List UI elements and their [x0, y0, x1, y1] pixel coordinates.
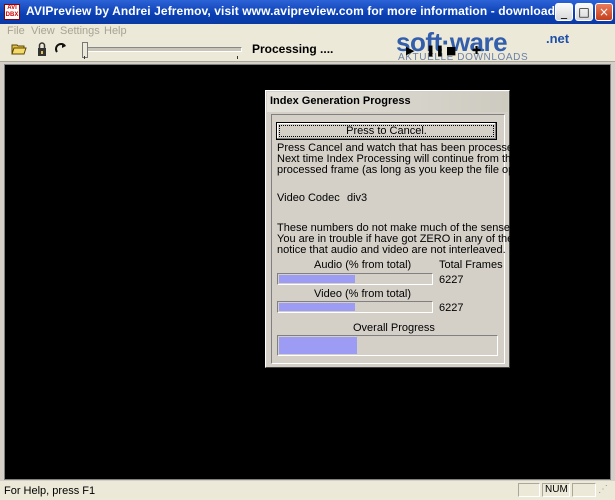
app-icon[interactable]: AVI DBX: [4, 4, 20, 20]
video-progress-label: Video (% from total): [314, 288, 412, 300]
app-icon-label: AVI DBX: [5, 5, 19, 18]
video-codec-value: div3: [347, 192, 368, 204]
audio-progress-bar: [277, 273, 433, 285]
dialog-title-bar[interactable]: Index Generation Progress: [267, 92, 508, 112]
overall-progress-bar: [277, 335, 498, 356]
watermark-net: .net: [546, 31, 570, 46]
menu-settings[interactable]: Settings: [60, 25, 100, 37]
status-bar: For Help, press F1 NUM: [0, 481, 615, 500]
play-icon[interactable]: ▶: [406, 44, 414, 57]
dialog-title: Index Generation Progress: [270, 95, 411, 107]
fullscreen-icon[interactable]: ✚: [472, 44, 481, 57]
menu-file[interactable]: File: [7, 25, 25, 37]
video-progress-bar: [277, 301, 433, 313]
video-progress-fill: [279, 303, 355, 311]
overall-progress-label: Overall Progress: [353, 322, 435, 334]
slider-tick-start: [84, 56, 85, 59]
video-codec-label: Video Codec: [277, 192, 340, 204]
status-pane-scroll: [572, 483, 596, 497]
pause-icon[interactable]: ❚❚: [426, 44, 444, 57]
resize-grip-icon[interactable]: ⋰: [598, 484, 612, 498]
video-frames-value: 6227: [439, 302, 464, 314]
title-bar[interactable]: AVI DBX AVIPreview by Andrei Jefremov, v…: [0, 0, 615, 24]
instruction-line-3: processed frame (as long as you keep the…: [277, 164, 546, 176]
close-button[interactable]: ×: [595, 3, 613, 21]
status-pane-num: NUM: [542, 483, 570, 497]
minimize-button[interactable]: _: [555, 3, 573, 21]
maximize-button[interactable]: □: [575, 3, 593, 21]
warning-line-3: notice that audio and video are not inte…: [277, 244, 506, 256]
lock-file-icon[interactable]: [34, 42, 50, 58]
processing-status: Processing ....: [252, 42, 334, 56]
status-pane-caps: [518, 483, 540, 497]
status-help-text: For Help, press F1: [4, 485, 96, 497]
refresh-icon[interactable]: [53, 42, 69, 58]
window-title: AVIPreview by Andrei Jefremov, visit www…: [26, 4, 556, 18]
num-lock-indicator: NUM: [545, 484, 568, 495]
watermark-sub: AKTUELLE DOWNLOADS: [398, 52, 529, 63]
audio-progress-label: Audio (% from total): [314, 259, 412, 271]
menu-view[interactable]: View: [31, 25, 55, 37]
menu-help[interactable]: Help: [104, 25, 127, 37]
stop-icon[interactable]: ■: [446, 44, 456, 57]
slider-tick-end: [237, 56, 238, 59]
seek-slider-thumb[interactable]: [82, 42, 88, 58]
cancel-button[interactable]: Press to Cancel.: [276, 122, 497, 140]
audio-frames-value: 6227: [439, 274, 464, 286]
total-frames-label: Total Frames: [439, 259, 503, 271]
overall-progress-fill: [279, 337, 357, 354]
audio-progress-fill: [279, 275, 355, 283]
open-folder-icon[interactable]: [11, 42, 27, 58]
seek-slider-track[interactable]: [83, 47, 242, 52]
